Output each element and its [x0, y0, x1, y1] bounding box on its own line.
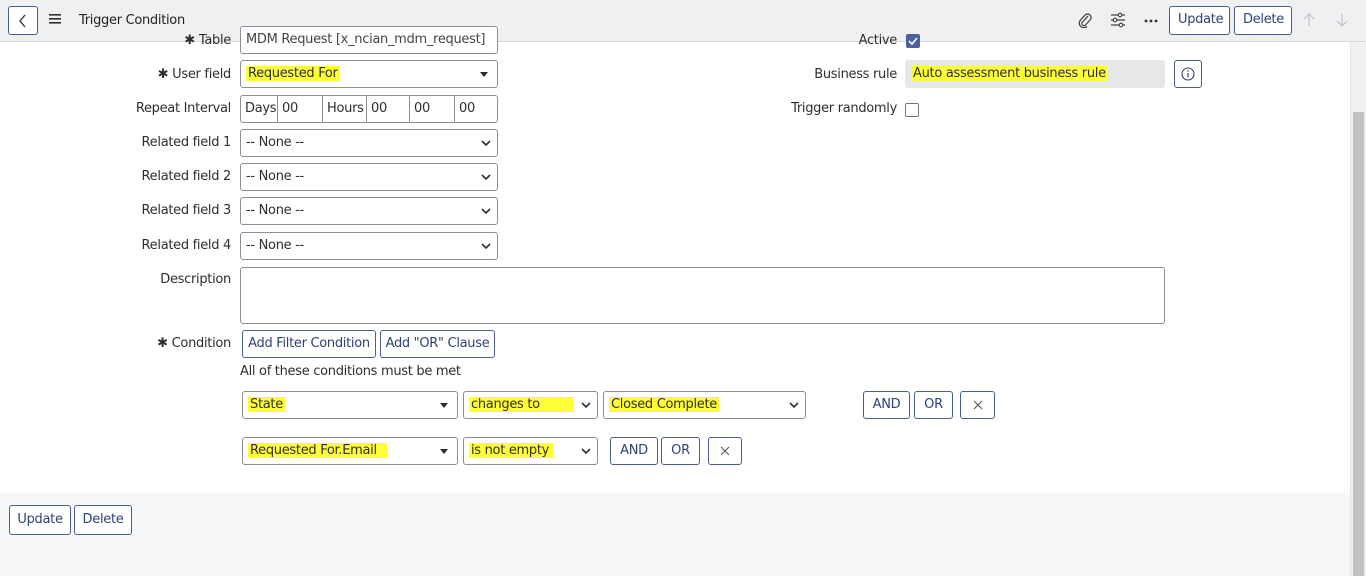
arrow-up-icon[interactable]	[1303, 13, 1315, 27]
condition-2-field-value: Requested For.Email	[248, 443, 387, 458]
page-title: Trigger Condition	[79, 13, 185, 28]
related-field-2-select[interactable]: -- None --	[240, 163, 498, 191]
business-rule-value: Auto assessment business rule	[911, 66, 1108, 81]
related-field-4-value: -- None --	[246, 238, 304, 253]
caret-down-icon	[440, 449, 448, 454]
related-field-1-value: -- None --	[246, 135, 304, 150]
trigger-randomly-checkbox[interactable]	[905, 103, 919, 117]
arrow-down-icon[interactable]	[1336, 13, 1348, 27]
condition-2-and-button[interactable]: AND	[610, 437, 658, 465]
active-checkbox[interactable]	[906, 34, 920, 48]
user-field-value: Requested For	[246, 66, 340, 81]
chevron-down-icon	[481, 174, 491, 181]
check-icon	[908, 37, 918, 46]
condition-1-and-button[interactable]: AND	[863, 391, 910, 419]
condition-1-operator-select[interactable]: changes to	[463, 391, 598, 419]
condition-1-remove-button[interactable]	[960, 391, 995, 419]
condition-1-field-value: State	[248, 397, 285, 412]
settings-icon[interactable]	[1110, 12, 1126, 28]
active-label: Active	[858, 33, 898, 48]
table-label: ✱ Table	[184, 33, 231, 48]
related-field-2-value: -- None --	[246, 169, 304, 184]
trigger-randomly-label: Trigger randomly	[791, 101, 897, 116]
table-field[interactable]: MDM Request [x_ncian_mdm_request]	[240, 26, 498, 54]
days-label: Days	[241, 96, 278, 122]
minutes-input[interactable]: 00	[410, 96, 455, 122]
info-icon	[1181, 67, 1195, 81]
condition-1-value: Closed Complete	[609, 397, 719, 412]
description-label: Description	[160, 272, 231, 287]
repeat-interval-label: Repeat Interval	[135, 101, 231, 116]
condition-2-field-select[interactable]: Requested For.Email	[242, 437, 458, 465]
related-field-1-select[interactable]: -- None --	[240, 129, 498, 157]
condition-2-remove-button[interactable]	[708, 437, 742, 465]
footer-update-button[interactable]: Update	[9, 505, 71, 535]
business-rule-field[interactable]: Auto assessment business rule	[905, 60, 1165, 88]
caret-down-icon	[440, 403, 448, 408]
back-icon	[19, 14, 26, 28]
add-filter-condition-button[interactable]: Add Filter Condition	[242, 330, 376, 358]
user-field-select[interactable]: Requested For	[240, 60, 498, 88]
hours-input[interactable]: 00	[367, 96, 410, 122]
condition-summary: All of these conditions must be met	[240, 364, 461, 379]
chevron-down-icon	[481, 140, 491, 147]
caret-down-icon	[480, 72, 488, 77]
repeat-interval-field[interactable]: Days 00 Hours 00 00 00	[240, 95, 498, 123]
chevron-down-icon	[789, 402, 799, 409]
scrollbar-thumb[interactable]	[1353, 112, 1364, 576]
chevron-down-icon	[581, 402, 591, 409]
form-body: ✱ Table MDM Request [x_ncian_mdm_request]…	[0, 26, 1350, 493]
condition-label: ✱ Condition	[157, 336, 231, 351]
close-icon	[720, 446, 730, 456]
condition-1-or-button[interactable]: OR	[914, 391, 953, 419]
related-field-4-select[interactable]: -- None --	[240, 232, 498, 260]
user-field-label: ✱ User field	[157, 67, 232, 82]
business-rule-info-button[interactable]	[1174, 60, 1202, 88]
more-icon[interactable]	[1144, 19, 1158, 23]
back-button[interactable]	[8, 6, 38, 35]
form-footer: Update Delete	[0, 493, 1350, 576]
related-field-1-label: Related field 1	[141, 135, 232, 150]
condition-2-operator-value: is not empty	[469, 443, 554, 458]
chevron-down-icon	[481, 243, 491, 250]
close-icon	[973, 400, 983, 410]
page-scrollbar[interactable]	[1350, 42, 1366, 576]
business-rule-label: Business rule	[814, 67, 897, 82]
condition-2-operator-select[interactable]: is not empty	[463, 437, 598, 465]
condition-2-or-button[interactable]: OR	[661, 437, 700, 465]
condition-1-operator-value: changes to	[469, 397, 574, 412]
related-field-2-label: Related field 2	[141, 169, 232, 184]
related-field-3-select[interactable]: -- None --	[240, 197, 498, 225]
chevron-down-icon	[581, 448, 591, 455]
description-textarea[interactable]	[240, 267, 1165, 324]
footer-delete-button[interactable]: Delete	[74, 505, 132, 535]
chevron-down-icon	[481, 208, 491, 215]
header-delete-button[interactable]: Delete	[1234, 6, 1292, 35]
condition-1-value-select[interactable]: Closed Complete	[603, 391, 806, 419]
related-field-3-value: -- None --	[246, 203, 304, 218]
related-field-3-label: Related field 3	[141, 203, 232, 218]
related-field-4-label: Related field 4	[141, 238, 232, 253]
hours-label: Hours	[323, 96, 367, 122]
header-update-button[interactable]: Update	[1169, 6, 1230, 35]
add-or-clause-button[interactable]: Add "OR" Clause	[380, 330, 495, 358]
menu-icon[interactable]	[49, 14, 61, 24]
condition-1-field-select[interactable]: State	[242, 391, 458, 419]
days-input[interactable]: 00	[278, 96, 323, 122]
seconds-input[interactable]: 00	[455, 96, 497, 122]
paperclip-icon[interactable]	[1078, 12, 1092, 28]
